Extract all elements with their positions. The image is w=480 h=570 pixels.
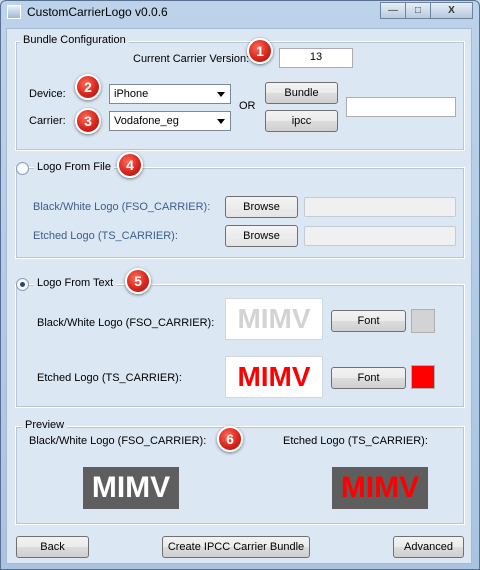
chevron-down-icon: [217, 92, 225, 97]
app-icon: [7, 5, 21, 19]
step-badge-4: 4: [117, 152, 143, 178]
logo-from-file-label[interactable]: Logo From File: [34, 161, 114, 173]
text-etched-logo-text: MIMV: [237, 361, 311, 392]
step-badge-5: 5: [125, 268, 151, 294]
bundle-path-input[interactable]: [346, 97, 456, 117]
carrier-dropdown-value: Vodafone_eg: [114, 115, 179, 127]
create-ipcc-bundle-button[interactable]: Create IPCC Carrier Bundle: [162, 536, 310, 558]
text-etched-font-button[interactable]: Font: [331, 367, 406, 389]
text-bw-logo-label: Black/White Logo (FSO_CARRIER):: [37, 317, 215, 329]
current-carrier-version-label: Current Carrier Version:: [133, 53, 250, 65]
preview-etched-logo-label: Etched Logo (TS_CARRIER):: [283, 435, 428, 447]
logo-from-text-label[interactable]: Logo From Text: [34, 277, 117, 289]
preview-bw-logo: MIMV: [83, 467, 179, 509]
bundle-config-legend: Bundle Configuration: [20, 34, 129, 46]
carrier-label: Carrier:: [29, 115, 66, 127]
preview-etched-logo-text: MIMV: [340, 471, 420, 504]
current-carrier-version-input[interactable]: 13: [279, 48, 353, 68]
step-badge-2: 2: [75, 74, 101, 100]
preview-bw-logo-label: Black/White Logo (FSO_CARRIER):: [29, 435, 207, 447]
text-bw-logo-preview[interactable]: MIMV: [225, 298, 323, 340]
preview-bw-logo-text: MIMV: [91, 471, 171, 504]
client-area: Bundle Configuration Current Carrier Ver…: [6, 28, 472, 564]
file-bw-path-field[interactable]: [304, 197, 456, 217]
step-badge-3: 3: [75, 108, 101, 134]
text-etched-logo-preview[interactable]: MIMV: [225, 356, 323, 398]
file-bw-browse-button[interactable]: Browse: [225, 196, 298, 218]
file-etched-browse-button[interactable]: Browse: [225, 225, 298, 247]
window-title: CustomCarrierLogo v0.0.6: [27, 5, 168, 19]
carrier-dropdown[interactable]: Vodafone_eg: [109, 111, 231, 131]
logo-from-text-radio[interactable]: [16, 278, 29, 291]
text-etched-color-swatch[interactable]: [411, 365, 435, 389]
bundle-button[interactable]: Bundle: [265, 82, 338, 104]
advanced-button[interactable]: Advanced: [393, 536, 464, 558]
device-dropdown[interactable]: iPhone: [109, 84, 231, 104]
ipcc-button[interactable]: ipcc: [265, 110, 338, 132]
step-badge-1: 1: [247, 38, 273, 64]
preview-etched-logo: MIMV: [332, 467, 428, 509]
text-bw-logo-text: MIMV: [237, 303, 311, 334]
title-bar: CustomCarrierLogo v0.0.6 — □ X: [1, 1, 479, 23]
or-label: OR: [239, 100, 256, 112]
preview-legend: Preview: [22, 419, 68, 431]
text-bw-color-swatch[interactable]: [411, 309, 435, 333]
close-button[interactable]: X: [430, 2, 473, 19]
logo-from-file-radio[interactable]: [16, 162, 29, 175]
minimize-button[interactable]: —: [380, 2, 406, 19]
file-etched-path-field[interactable]: [304, 226, 456, 246]
text-etched-logo-label: Etched Logo (TS_CARRIER):: [37, 372, 182, 384]
maximize-button[interactable]: □: [405, 2, 431, 19]
chevron-down-icon: [217, 119, 225, 124]
text-bw-font-button[interactable]: Font: [331, 310, 406, 332]
device-label: Device:: [29, 88, 66, 100]
device-dropdown-value: iPhone: [114, 88, 149, 100]
window-controls: — □ X: [380, 2, 473, 19]
file-etched-logo-label: Etched Logo (TS_CARRIER):: [33, 230, 178, 242]
back-button[interactable]: Back: [16, 536, 89, 558]
file-bw-logo-label: Black/White Logo (FSO_CARRIER):: [33, 201, 211, 213]
step-badge-6: 6: [217, 426, 243, 452]
